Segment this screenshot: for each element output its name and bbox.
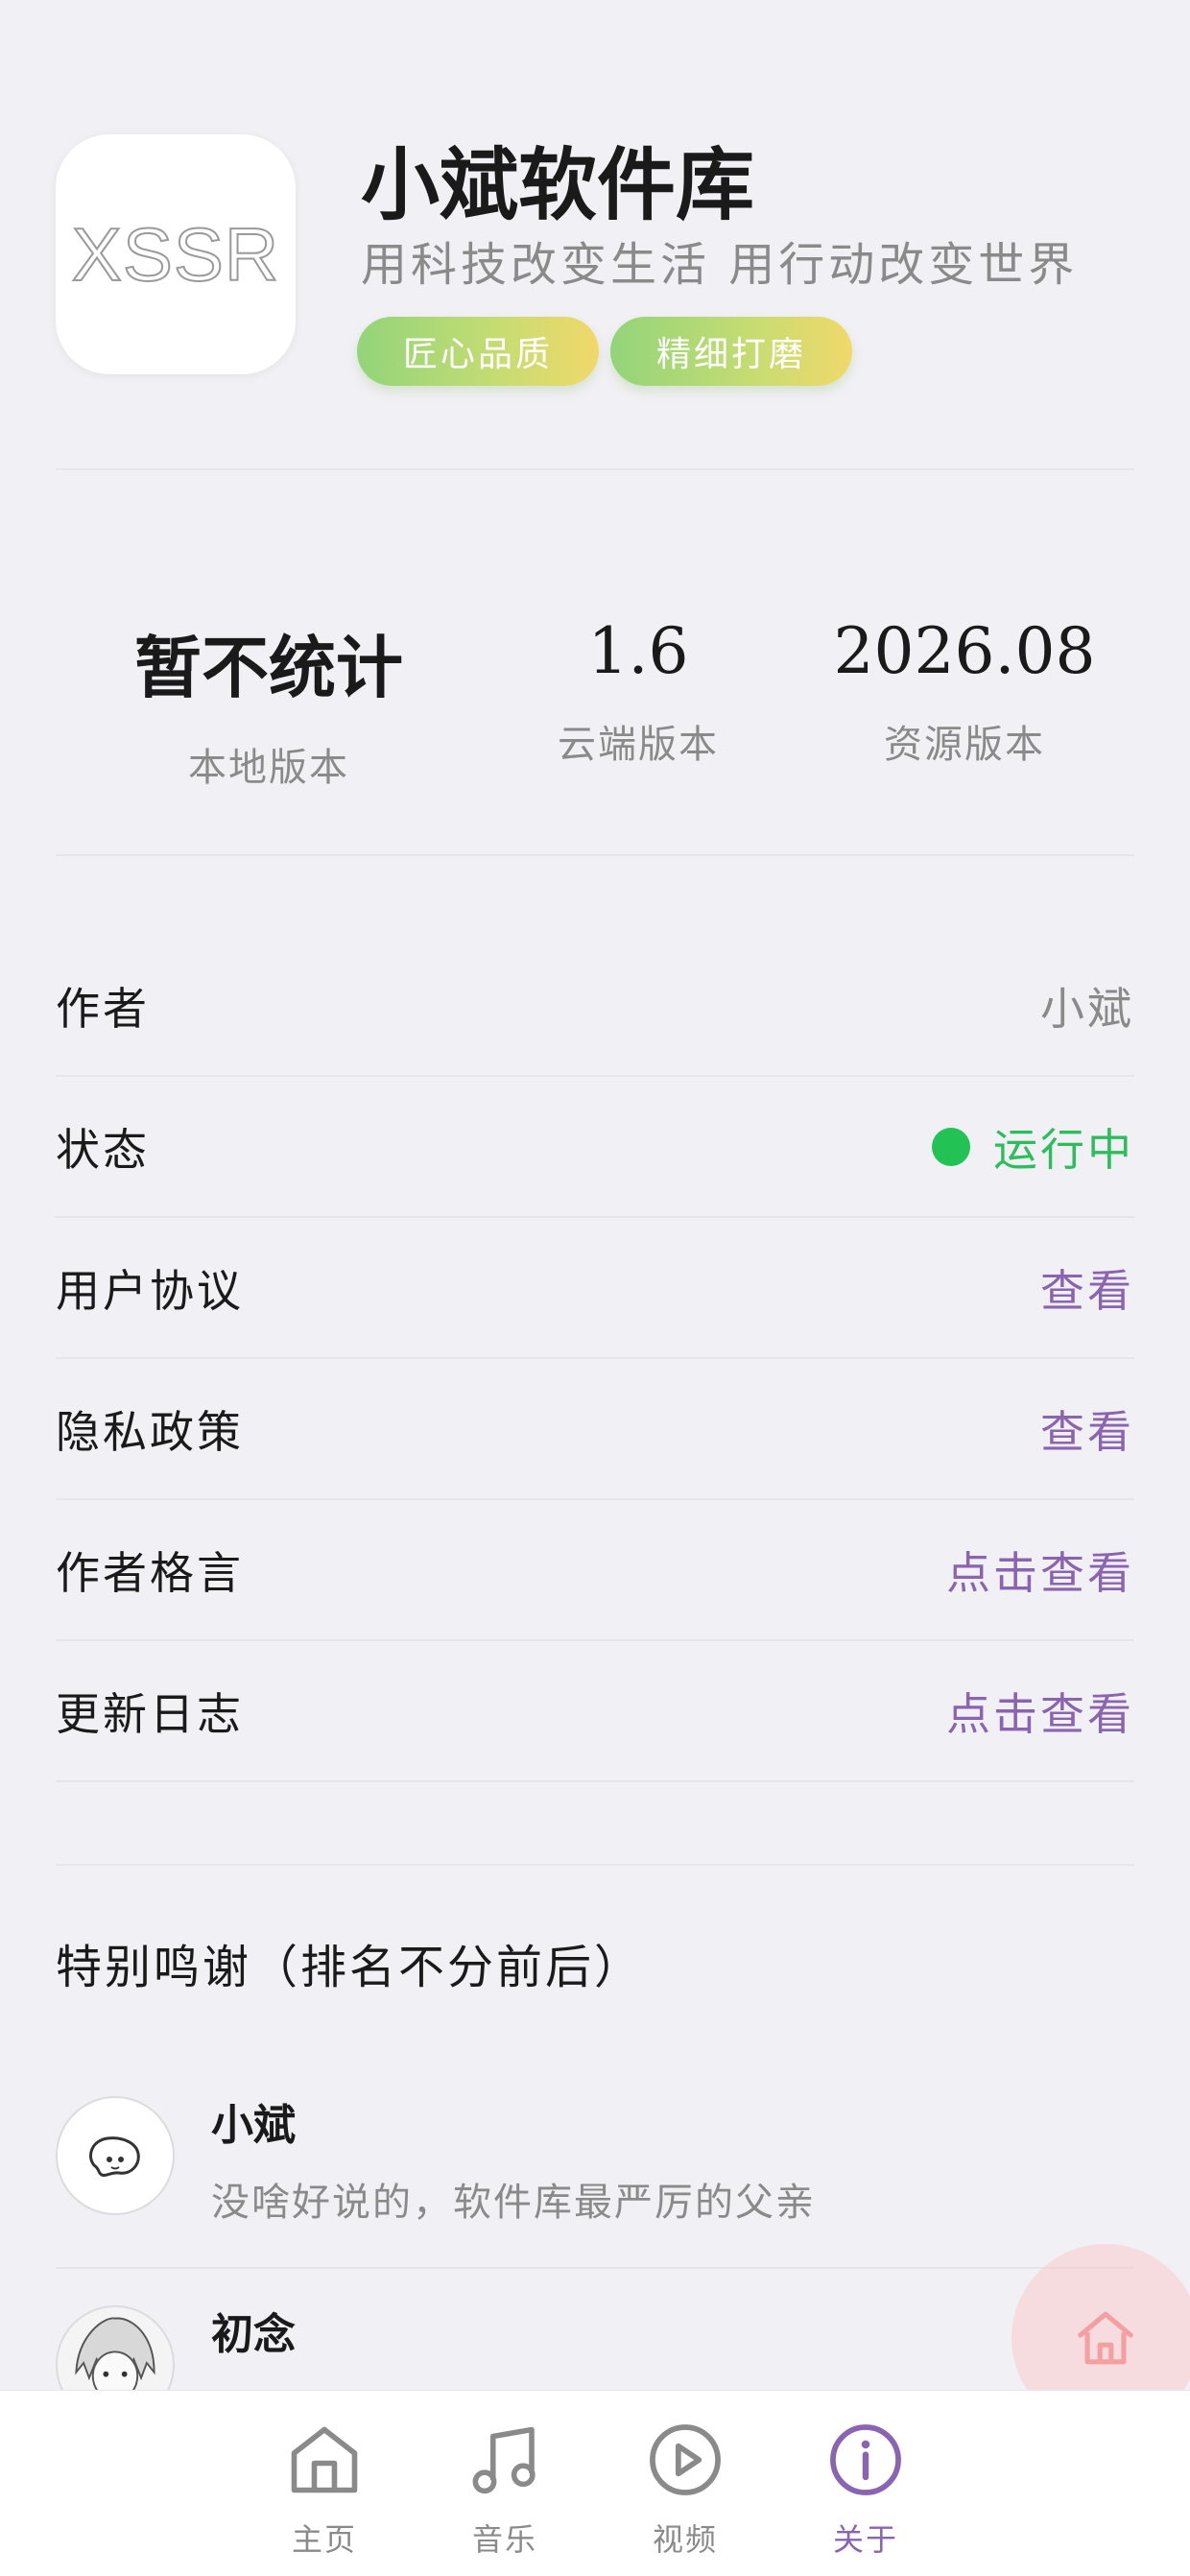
divider	[56, 468, 1134, 470]
stat-value: 2026.08	[833, 614, 1096, 688]
view-author-motto-link[interactable]: 点击查看	[946, 1538, 1134, 1602]
row-label: 作者格言	[56, 1546, 244, 1599]
stat-cloud-version: 1.6 云端版本	[509, 614, 768, 769]
anime-avatar-icon	[56, 2305, 175, 2392]
home-icon	[1078, 2311, 1133, 2365]
bottom-tab-bar: 主页 音乐 视频 关于	[0, 2390, 1190, 2576]
stat-label: 本地版本	[188, 746, 349, 790]
row-label: 状态	[56, 1123, 150, 1176]
info-row-changelog[interactable]: 更新日志 点击查看	[56, 1641, 1134, 1782]
play-circle-icon	[650, 2424, 721, 2495]
view-changelog-link[interactable]: 点击查看	[946, 1680, 1134, 1743]
tab-music[interactable]: 音乐	[447, 2412, 562, 2560]
info-circle-icon	[830, 2424, 901, 2495]
stat-value: 1.6	[587, 614, 689, 688]
app-header: XSSR 小斌软件库 用科技改变生活 用行动改变世界 匠心品质 精细打磨	[56, 134, 1134, 386]
tab-label: 音乐	[471, 2521, 537, 2558]
tab-label: 视频	[652, 2521, 718, 2558]
view-user-agreement-link[interactable]: 查看	[1040, 1256, 1134, 1320]
app-logo-text: XSSR	[71, 211, 280, 298]
app-logo: XSSR	[56, 134, 296, 374]
thanks-list-item: 初念	[56, 2305, 1134, 2392]
stat-resource-version: 2026.08 资源版本	[825, 614, 1104, 769]
thanks-title: 特别鸣谢（排名不分前后）	[56, 1941, 644, 1994]
doodle-avatar-icon	[56, 2096, 175, 2215]
info-row-author: 作者 小斌	[56, 936, 1134, 1077]
divider	[56, 1864, 1134, 1866]
stat-local-version: 暂不统计 本地版本	[77, 614, 461, 792]
tag-badge: 匠心品质	[357, 317, 600, 386]
view-privacy-policy-link[interactable]: 查看	[1040, 1397, 1134, 1461]
status-text: 运行中	[993, 1123, 1134, 1176]
info-row-author-motto[interactable]: 作者格言 点击查看	[56, 1500, 1134, 1641]
tab-about[interactable]: 关于	[808, 2412, 923, 2560]
tab-label: 主页	[291, 2521, 357, 2558]
tab-home[interactable]: 主页	[267, 2412, 382, 2560]
app-slogan: 用科技改变生活 用行动改变世界	[361, 238, 1079, 292]
tab-video[interactable]: 视频	[628, 2412, 743, 2560]
tab-label: 关于	[832, 2521, 898, 2558]
home-icon	[291, 2426, 358, 2493]
author-value: 小斌	[1040, 982, 1134, 1035]
music-note-icon	[472, 2426, 536, 2494]
thanks-name: 初念	[211, 2310, 296, 2359]
divider	[56, 854, 1134, 856]
stat-value: 暂不统计	[134, 629, 403, 707]
row-label: 更新日志	[56, 1687, 244, 1740]
about-page: XSSR 小斌软件库 用科技改变生活 用行动改变世界 匠心品质 精细打磨 暂不统…	[0, 0, 1190, 2576]
app-title: 小斌软件库	[361, 140, 755, 231]
row-label: 用户协议	[56, 1264, 244, 1317]
thanks-list-item: 小斌 没啥好说的，软件库最严厉的父亲	[56, 2096, 1134, 2269]
status-value: 运行中	[932, 1115, 1134, 1179]
row-label: 作者	[56, 982, 150, 1035]
thanks-desc: 没啥好说的，软件库最严厉的父亲	[211, 2181, 816, 2225]
info-row-privacy-policy[interactable]: 隐私政策 查看	[56, 1359, 1134, 1500]
info-row-user-agreement[interactable]: 用户协议 查看	[56, 1218, 1134, 1359]
thanks-name: 小斌	[211, 2101, 296, 2150]
row-label: 隐私政策	[56, 1405, 244, 1458]
tag-badge: 精细打磨	[610, 317, 853, 386]
status-dot-icon	[932, 1127, 970, 1166]
info-list: 作者 小斌 状态 运行中 用户协议 查看 隐私政策 查看 作者格言 点击查看 更…	[56, 936, 1134, 1782]
stat-label: 资源版本	[884, 723, 1045, 767]
stat-label: 云端版本	[558, 723, 719, 767]
app-tags: 匠心品质 精细打磨	[357, 317, 853, 386]
info-row-status: 状态 运行中	[56, 1077, 1134, 1218]
